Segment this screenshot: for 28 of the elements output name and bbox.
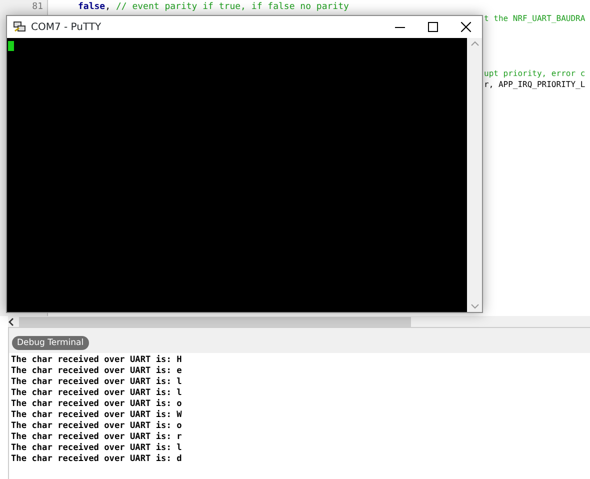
output-line: The char received over UART is: l <box>11 443 183 454</box>
output-line: The char received over UART is: o <box>11 421 183 432</box>
output-line: The char received over UART is: l <box>11 388 183 399</box>
computer-icon <box>13 21 26 33</box>
code-line: r, APP_IRQ_PRIORITY_L <box>484 79 586 90</box>
scroll-left-icon[interactable] <box>8 318 15 326</box>
code-line: t the NRF_UART_BAUDRA <box>484 13 586 24</box>
output-line: The char received over UART is: d <box>11 454 183 465</box>
output-line: The char received over UART is: H <box>11 355 183 366</box>
scroll-up-icon[interactable] <box>470 41 478 46</box>
output-line: The char received over UART is: r <box>11 432 183 443</box>
output-line: The char received over UART is: o <box>11 399 183 410</box>
horizontal-scrollbar[interactable] <box>8 316 590 328</box>
code-line: false, // event parity if true, if false no parity <box>78 2 349 13</box>
text-cursor <box>8 41 14 51</box>
maximize-icon <box>428 22 438 32</box>
vertical-scrollbar[interactable] <box>467 38 482 312</box>
minimize-icon <box>394 26 404 28</box>
scrollbar-thumb[interactable] <box>19 316 411 326</box>
debug-terminal-tab[interactable]: Debug Terminal <box>12 336 89 350</box>
output-line: The char received over UART is: e <box>11 366 183 377</box>
code-line: upt priority, error c <box>484 68 586 79</box>
output-line: The char received over UART is: l <box>11 377 183 388</box>
output-line: The char received over UART is: W <box>11 410 183 421</box>
close-icon <box>460 22 470 32</box>
line-number: 81 <box>31 2 43 13</box>
window-title: COM7 - PuTTY <box>31 20 102 34</box>
scroll-down-icon[interactable] <box>470 304 478 309</box>
